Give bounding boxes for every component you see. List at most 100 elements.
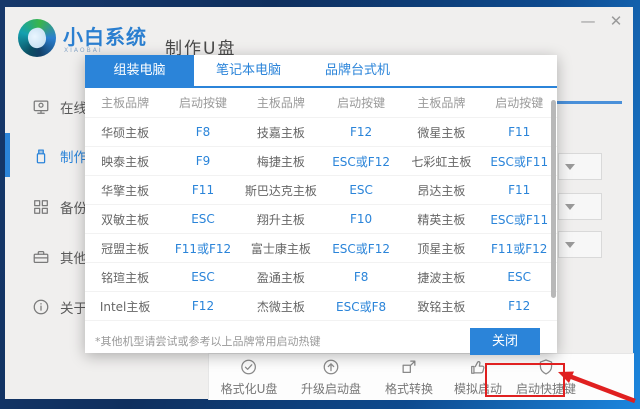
app-logo-icon [18,19,56,57]
brand-cell: 铭瑄主板 [101,270,150,285]
app-window: 小白系统 XIAOBAI 制作U盘 — ✕ 在线 制作 备份 其他 关于 格式化U盘 升级… [5,7,636,404]
tab-2[interactable]: 品牌台式机 [303,55,412,86]
toolbar-button-label: 格式化U盘 [220,382,278,396]
brand-cell: 昂达主板 [417,183,466,198]
column-header: 主板品牌 [256,96,305,110]
dialog-close-button[interactable]: 关闭 [470,327,540,355]
brand-subtitle: XIAOBAI [64,47,103,54]
boot-key-cell: ESC [191,270,215,284]
brand-cell: 技嘉主板 [256,125,305,140]
sidebar-item-label: 备份 [60,201,87,217]
boot-key-cell: F11 [508,125,531,139]
brand-cell: 翔升主板 [256,212,305,227]
brand-cell: 盈通主板 [256,270,305,285]
chevron-down-icon [565,163,575,170]
table-row: 双敏主板 ESC 翔升主板 F10 精英主板 ESC或F11 [85,204,557,233]
close-window-button[interactable]: ✕ [605,12,627,30]
tab-1[interactable]: 笔记本电脑 [194,55,303,86]
table-row: 华硕主板 F8 技嘉主板 F12 微星主板 F11 [85,117,557,146]
brand-cell: 七彩虹主板 [411,154,472,169]
dialog-footer: *其他机型请尝试或参考以上品牌常用启动热键 关闭 [85,320,557,361]
column-header: 启动按键 [495,96,544,110]
brand-cell: Intel主板 [99,299,151,314]
table-row: Intel主板 F12 杰微主板 ESC或F8 致铭主板 F12 [85,291,557,320]
table-row: 华擎主板 F11 斯巴达克主板 ESC 昂达主板 F11 [85,175,557,204]
desktop-background: 小白系统 XIAOBAI 制作U盘 — ✕ 在线 制作 备份 其他 关于 格式化U盘 升级… [0,0,640,409]
dialog-tabs: 组装电脑 笔记本电脑 品牌台式机 [85,55,557,88]
boot-key-cell: F10 [350,212,373,226]
background-dropdown[interactable] [558,153,602,180]
sidebar-item-3[interactable]: 其他 [32,242,87,272]
brand-cell: 富士康主板 [250,241,311,256]
annotation-highlight-box [485,363,565,397]
toolbox-icon [32,248,50,266]
sidebar-item-4[interactable]: 关于 [32,292,87,322]
toolbar-button-0[interactable]: 格式化U盘 [220,358,278,397]
boot-key-cell: F11或F12 [491,241,548,256]
brand-cell: 捷波主板 [417,270,466,285]
sidebar-item-label: 在线 [60,101,87,117]
column-header: 主板品牌 [417,96,466,110]
toolbar-button-1[interactable]: 升级启动盘 [301,358,361,397]
chevron-down-icon [565,203,575,210]
footer-note: *其他机型请尝试或参考以上品牌常用启动热键 [95,335,321,348]
boot-key-cell: ESC或F12 [332,241,390,256]
toolbar-button-2[interactable]: 格式转换 [385,358,433,397]
sidebar-active-indicator [5,133,10,177]
chevron-down-icon [565,241,575,248]
boot-key-cell: F12 [350,125,373,139]
brand-cell: 双敏主板 [101,212,150,227]
boot-key-cell: F8 [353,270,369,284]
toolbar-button-label: 格式转换 [384,382,434,396]
info-icon [32,298,50,316]
sidebar-item-1[interactable]: 制作 [32,141,87,171]
monitor-icon [32,98,50,116]
sidebar-item-label: 关于 [60,301,87,317]
brand-cell: 顶星主板 [417,241,466,256]
brand-cell: 杰微主板 [256,299,305,314]
brand-cell: 斯巴达克主板 [244,183,317,198]
minimize-button[interactable]: — [577,12,599,30]
boot-key-cell: ESC [191,212,215,226]
boot-key-table-body: 华硕主板 F8 技嘉主板 F12 微星主板 F11 映泰主板 F9 梅捷主板 ESC或F12 七彩虹… [85,117,557,320]
column-header: 启动按键 [337,96,386,110]
table-header-row: 主板品牌 启动按键 主板品牌 启动按键 主板品牌 启动按键 [85,88,557,117]
boot-hotkey-dialog: 组装电脑 笔记本电脑 品牌台式机 主板品牌 启动按键 主板品牌 启动按键 主板品牌 启动按键 … [85,55,557,355]
brand-cell: 微星主板 [417,125,466,140]
brand-cell: 冠盟主板 [101,241,150,256]
boot-key-cell: F8 [195,125,211,139]
scrollbar-thumb[interactable] [551,100,556,298]
grid-icon [32,198,50,216]
sidebar-item-label: 制作 [60,150,87,166]
boot-key-cell: F9 [195,154,211,168]
brand-cell: 华擎主板 [101,183,150,198]
tab-0[interactable]: 组装电脑 [85,55,194,86]
table-row: 冠盟主板 F11或F12 富士康主板 ESC或F12 顶星主板 F11或F12 [85,233,557,262]
brand-cell: 梅捷主板 [256,154,305,169]
background-tab-underline [555,101,622,104]
brand-cell: 映泰主板 [101,154,150,169]
boot-key-cell: ESC或F11 [490,154,549,169]
usb-icon [32,147,50,165]
sidebar-item-0[interactable]: 在线 [32,92,87,122]
brand-cell: 致铭主板 [417,299,466,314]
sidebar-item-2[interactable]: 备份 [32,192,87,222]
boot-key-cell: ESC [507,270,531,284]
boot-key-cell: F12 [191,299,215,313]
boot-key-cell: F11或F12 [174,241,232,256]
table-row: 映泰主板 F9 梅捷主板 ESC或F12 七彩虹主板 ESC或F11 [85,146,557,175]
boot-key-cell: ESC [349,183,373,197]
boot-key-cell: F11 [191,183,215,197]
table-row: 铭瑄主板 ESC 盈通主板 F8 捷波主板 ESC [85,262,557,291]
column-header: 启动按键 [178,96,227,110]
toolbar-button-label: 升级启动盘 [300,382,362,396]
brand-cell: 华硕主板 [101,125,150,140]
column-header: 主板品牌 [101,96,150,110]
boot-key-cell: ESC或F8 [336,299,387,314]
boot-key-cell: F11 [508,183,531,197]
boot-key-cell: ESC或F11 [490,212,549,227]
boot-key-cell: F12 [508,299,531,313]
background-dropdown[interactable] [558,193,602,220]
background-dropdown[interactable] [558,231,602,258]
boot-key-cell: ESC或F12 [332,154,390,169]
